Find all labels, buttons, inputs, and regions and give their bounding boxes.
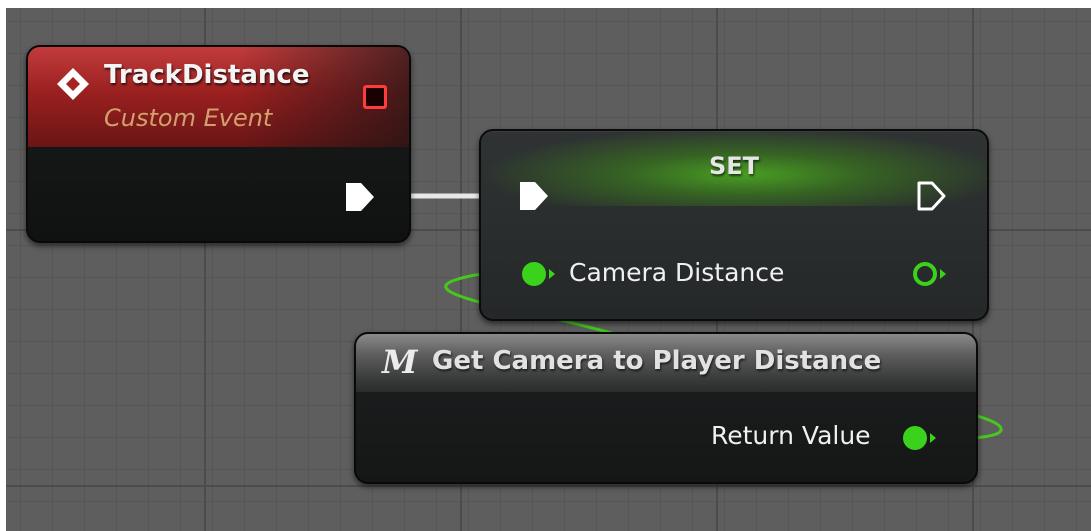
exec-output-pin[interactable] (343, 180, 377, 214)
camera-distance-input-pin[interactable] (519, 259, 559, 289)
custom-event-node[interactable]: TrackDistance Custom Event (26, 45, 411, 243)
custom-event-header: TrackDistance Custom Event (28, 47, 409, 147)
member-function-icon: M (382, 343, 418, 381)
set-node-title: SET (709, 152, 760, 180)
return-value-output-pin[interactable] (900, 423, 940, 453)
camera-distance-output-pin[interactable] (910, 259, 950, 289)
set-variable-node[interactable]: SET Camera Distance (479, 129, 989, 321)
camera-distance-label: Camera Distance (569, 258, 785, 287)
event-diamond-icon (57, 68, 89, 100)
delegate-pin[interactable] (363, 85, 387, 109)
exec-output-pin-empty[interactable] (915, 179, 949, 213)
return-value-label: Return Value (711, 421, 871, 450)
function-title: Get Camera to Player Distance (432, 346, 882, 376)
exec-input-pin[interactable] (517, 179, 551, 213)
event-title: TrackDistance (104, 60, 310, 90)
event-subtitle: Custom Event (104, 104, 273, 132)
get-camera-distance-node[interactable]: M Get Camera to Player Distance Return V… (354, 332, 978, 484)
